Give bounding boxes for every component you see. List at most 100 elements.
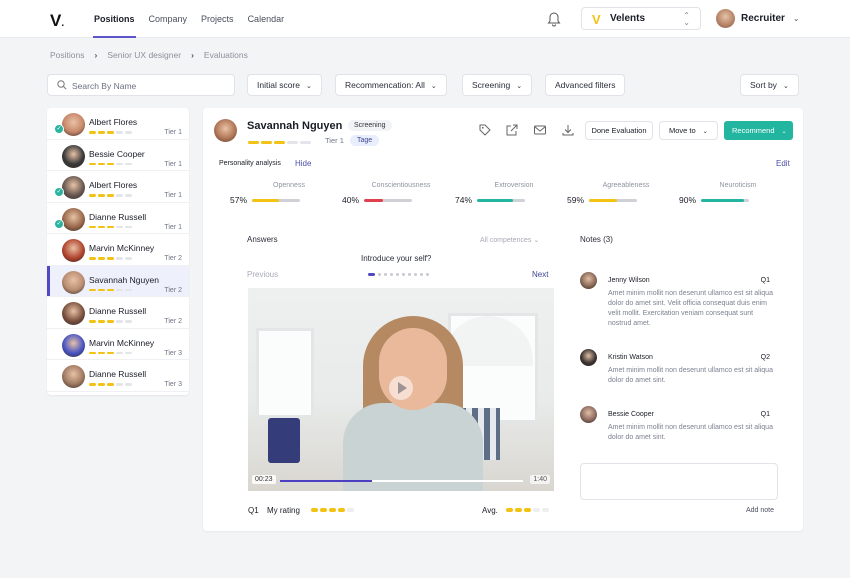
nav-item-positions[interactable]: Positions <box>93 0 136 38</box>
download-icon[interactable] <box>561 123 575 137</box>
rating-segment <box>107 351 114 354</box>
rating-dot[interactable] <box>338 508 345 512</box>
rating-segment <box>89 288 96 291</box>
my-rating-stars[interactable] <box>311 508 354 512</box>
check-icon: ✓ <box>54 218 64 229</box>
pager-dot[interactable] <box>396 273 399 276</box>
tag-icon[interactable] <box>478 123 492 137</box>
rating-segment <box>116 288 123 291</box>
breadcrumb-separator-icon: › <box>191 50 194 60</box>
breadcrumb-positions[interactable]: Positions <box>50 50 85 60</box>
breadcrumb-evaluations: Evaluations <box>203 50 248 60</box>
edit-personality-link[interactable]: Edit <box>776 159 790 168</box>
pager-dot[interactable] <box>368 273 375 276</box>
rating-dot <box>524 508 531 512</box>
trait-percent: 74% <box>455 195 473 205</box>
rating-dot[interactable] <box>329 508 336 512</box>
rating-dot[interactable] <box>347 508 354 512</box>
pager-dot[interactable] <box>390 273 393 276</box>
done-evaluation-button[interactable]: Done Evaluation <box>585 121 653 140</box>
move-to-button[interactable]: Move to ⌄ <box>659 121 718 140</box>
pager-dot[interactable] <box>408 273 411 276</box>
nav-item-company[interactable]: Company <box>149 0 188 38</box>
chevron-down-icon: ⌄ <box>533 237 540 244</box>
previous-question-button[interactable]: Previous <box>247 270 278 279</box>
video-person-face <box>379 328 447 410</box>
rating-dot[interactable] <box>311 508 318 512</box>
candidate-list-item[interactable]: ✓ Albert Flores Tier 1 <box>47 108 189 140</box>
trait-percent: 90% <box>679 195 697 205</box>
mail-icon[interactable] <box>533 123 547 137</box>
chevron-down-icon: ⌄ <box>781 129 787 135</box>
nav-item-calendar[interactable]: Calendar <box>248 0 285 38</box>
tag-badge[interactable]: Tage <box>350 135 380 146</box>
trait-name: Conscientiousness <box>371 182 431 189</box>
candidate-evaluation-panel: Savannah Nguyen Screening Tier 1 Tage Do… <box>203 108 803 531</box>
pager-dot[interactable] <box>384 273 387 276</box>
candidate-list-item[interactable]: Dianne Russell Tier 2 <box>47 297 189 329</box>
user-menu[interactable]: Recruiter ⌄ <box>716 9 800 28</box>
candidate-avatar <box>62 239 85 262</box>
chevron-down-icon: ⌄ <box>782 83 789 90</box>
rating-segment <box>89 257 96 260</box>
candidate-rating <box>89 131 132 134</box>
answers-title: Answers <box>247 235 278 244</box>
screening-filter[interactable]: Screening ⌄ <box>462 74 533 96</box>
velents-logo[interactable]: V. <box>50 11 64 31</box>
breadcrumb-position[interactable]: Senior UX designer <box>107 50 181 60</box>
add-note-button[interactable]: Add note <box>746 507 774 514</box>
recommend-button[interactable]: Recommend ⌄ <box>724 121 793 140</box>
rating-dot <box>506 508 513 512</box>
pager-dot[interactable] <box>402 273 405 276</box>
play-icon[interactable] <box>389 376 413 400</box>
candidate-list-item[interactable]: ✓ Dianne Russell Tier 1 <box>47 203 189 234</box>
trait-bar <box>477 199 525 202</box>
recommendation-filter[interactable]: Recommencation: All ⌄ <box>335 74 447 96</box>
video-current-time: 00:23 <box>252 475 276 484</box>
rating-segment <box>116 320 123 323</box>
answer-video-player[interactable]: 00:23 1:40 <box>248 288 554 491</box>
question-number: Q1 <box>248 506 259 515</box>
rating-segment <box>274 141 285 144</box>
chevron-down-icon: ⌄ <box>702 129 708 135</box>
chevron-down-icon: ⌄ <box>792 14 800 23</box>
candidate-tier: Tier 1 <box>164 129 182 136</box>
external-link-icon[interactable] <box>505 123 519 137</box>
trait-bar <box>252 199 300 202</box>
rating-segment <box>98 383 105 386</box>
pager-dot[interactable] <box>414 273 417 276</box>
pager-dot[interactable] <box>420 273 423 276</box>
pager-dot[interactable] <box>378 273 381 276</box>
candidate-list-item[interactable]: Bessie Cooper Tier 1 <box>47 140 189 171</box>
trait-name: Openness <box>273 182 305 189</box>
candidate-tier: Tier 1 <box>164 160 182 168</box>
organization-switcher[interactable]: V Velents ⌃ ⌄ <box>581 7 701 30</box>
sort-by-button[interactable]: Sort by ⌄ <box>740 74 799 96</box>
chevron-down-icon: ⌄ <box>430 83 437 90</box>
candidate-avatar <box>62 207 85 231</box>
bell-icon[interactable] <box>547 11 561 27</box>
hide-personality-link[interactable]: Hide <box>295 159 311 168</box>
video-seek-bar[interactable] <box>280 480 523 482</box>
candidate-list-item[interactable]: Savannah Nguyen Tier 2 <box>47 265 189 297</box>
top-navigation-bar: V. Positions Company Projects Calendar V… <box>0 0 850 38</box>
pager-dot[interactable] <box>426 273 429 276</box>
rating-dot[interactable] <box>320 508 327 512</box>
rating-segment <box>125 351 132 354</box>
next-question-button[interactable]: Next <box>532 270 548 279</box>
initial-score-filter[interactable]: Initial score ⌄ <box>247 74 322 96</box>
video-background-suitcase <box>268 418 300 463</box>
rating-segment <box>98 257 105 260</box>
candidate-list-item[interactable]: Marvin McKinney Tier 3 <box>47 329 189 360</box>
note-input[interactable] <box>580 463 778 500</box>
candidate-tier: Tier 2 <box>164 286 182 294</box>
search-input[interactable] <box>72 78 227 93</box>
candidate-list-item[interactable]: Marvin McKinney Tier 2 <box>47 234 189 266</box>
advanced-filters-button[interactable]: Advanced filters <box>545 74 626 96</box>
candidate-list-item[interactable]: Dianne Russell Tier 3 <box>47 360 189 392</box>
rating-segment <box>125 162 132 165</box>
trait-bar-fill <box>477 199 513 202</box>
candidate-list-item[interactable]: ✓ Albert Flores Tier 1 <box>47 171 189 203</box>
nav-item-projects[interactable]: Projects <box>201 0 234 38</box>
competences-filter[interactable]: All competences ⌄ <box>480 236 539 244</box>
